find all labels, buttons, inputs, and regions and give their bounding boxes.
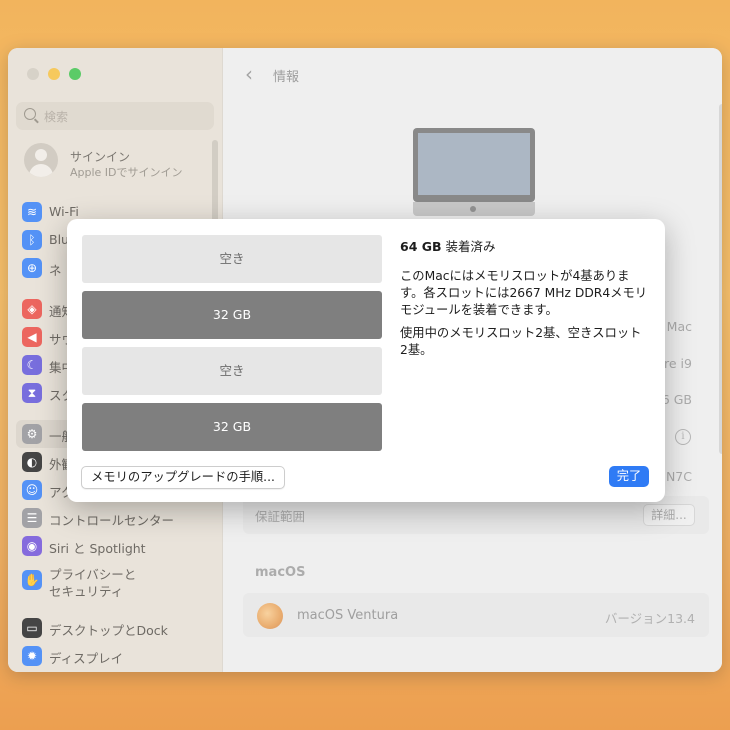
memory-slot-3: 空き xyxy=(82,347,382,395)
sidebar-item-siri-spotlight[interactable]: ◉ Siri と Spotlight xyxy=(22,534,212,558)
search-placeholder: 検索 xyxy=(44,110,69,124)
siri-icon: ◉ xyxy=(22,536,42,556)
macos-section-title: macOS xyxy=(255,565,306,580)
sidebar-item-label: Siri と Spotlight xyxy=(49,541,146,556)
installed-amount: 64 GB xyxy=(400,239,442,254)
slot-description-line3: モジュールを装着できます。 xyxy=(400,303,558,317)
macos-row: macOS Ventura バージョン13.4 xyxy=(243,593,709,637)
memory-dialog: 空き 32 GB 空き 32 GB 64 GB 装着済み このMacにはメモリス… xyxy=(67,219,665,502)
sidebar-item-label: ディスプレイ xyxy=(49,651,124,666)
serial-value: N7C xyxy=(665,469,692,484)
gear-icon: ⚙ xyxy=(22,424,42,444)
signin-title: サインイン xyxy=(70,150,131,164)
slot-description: このMacにはメモリスロットが4基ありま す。各スロットには2667 MHz D… xyxy=(400,268,655,319)
slot-usage-line2: 2基。 xyxy=(400,343,433,357)
macos-name: macOS Ventura xyxy=(297,608,399,623)
back-chevron-icon[interactable]: ‹ xyxy=(245,62,253,86)
sidebar-item-control-center[interactable]: ☰ コントロールセンター xyxy=(22,506,212,530)
hand-icon: ✋ xyxy=(22,570,42,590)
macos-version: バージョン13.4 xyxy=(604,611,695,626)
sidebar-item-displays[interactable]: ✹ ディスプレイ xyxy=(22,644,212,668)
sidebar-item-label: Wi-Fi xyxy=(49,204,79,219)
desktop-icon: ▭ xyxy=(22,618,42,638)
page-title: 情報 xyxy=(273,70,300,85)
chip-value: re i9 xyxy=(664,356,692,371)
hourglass-icon: ⧗ xyxy=(22,383,42,403)
sidebar-item-desktop-dock[interactable]: ▭ デスクトップとDock xyxy=(22,616,212,640)
minimize-window-button[interactable] xyxy=(48,68,60,80)
main-scrollbar[interactable] xyxy=(719,104,722,454)
close-window-button[interactable] xyxy=(27,68,39,80)
search-icon xyxy=(24,108,36,120)
memory-slot-1: 空き xyxy=(82,235,382,283)
installed-memory-title: 64 GB 装着済み xyxy=(400,236,496,255)
avatar xyxy=(24,143,58,177)
done-button[interactable]: 完了 xyxy=(609,466,649,487)
model-value: Mac xyxy=(666,319,692,334)
bluetooth-icon: ᛒ xyxy=(22,230,42,250)
control-center-icon: ☰ xyxy=(22,508,42,528)
wifi-icon: ≋ xyxy=(22,202,42,222)
memory-upgrade-instructions-button[interactable]: メモリのアップグレードの手順... xyxy=(81,466,285,489)
slot-usage: 使用中のメモリスロット2基、空きスロット 2基。 xyxy=(400,325,655,359)
network-icon: ⊕ xyxy=(22,258,42,278)
bell-icon: ◈ xyxy=(22,299,42,319)
memory-value: 6 GB xyxy=(661,392,692,407)
info-icon[interactable]: i xyxy=(675,429,691,445)
zoom-window-button[interactable] xyxy=(69,68,81,80)
slot-description-line2: す。各スロットには2667 MHz DDR4メモリ xyxy=(400,286,648,300)
imac-illustration xyxy=(413,128,535,218)
installed-label: 装着済み xyxy=(445,239,496,254)
memory-slot-4: 32 GB xyxy=(82,403,382,451)
details-button[interactable]: 詳細... xyxy=(643,504,695,526)
search-field[interactable]: 検索 xyxy=(16,102,214,130)
sidebar-item-label: コントロールセンター xyxy=(49,513,175,528)
sidebar-item-privacy-security[interactable]: ✋ プライバシーと セキュリティ xyxy=(22,562,212,602)
macos-ventura-icon xyxy=(257,603,283,629)
appearance-icon: ◐ xyxy=(22,452,42,472)
warranty-label: 保証範囲 xyxy=(255,509,306,524)
slot-description-line1: このMacにはメモリスロットが4基ありま xyxy=(400,269,630,283)
accessibility-icon: ☺ xyxy=(22,480,42,500)
sidebar-item-label: デスクトップとDock xyxy=(49,623,168,638)
slot-usage-line1: 使用中のメモリスロット2基、空きスロット xyxy=(400,326,642,340)
memory-slot-2: 32 GB xyxy=(82,291,382,339)
sidebar-item-label-line2: セキュリティ xyxy=(49,584,124,599)
display-icon: ✹ xyxy=(22,646,42,666)
moon-icon: ☾ xyxy=(22,355,42,375)
sidebar-item-label: Blu xyxy=(49,232,69,247)
signin-subtitle: Apple IDでサインイン xyxy=(70,166,183,179)
sidebar-item-label: ネ xyxy=(49,263,62,278)
speaker-icon: ◀ xyxy=(22,327,42,347)
